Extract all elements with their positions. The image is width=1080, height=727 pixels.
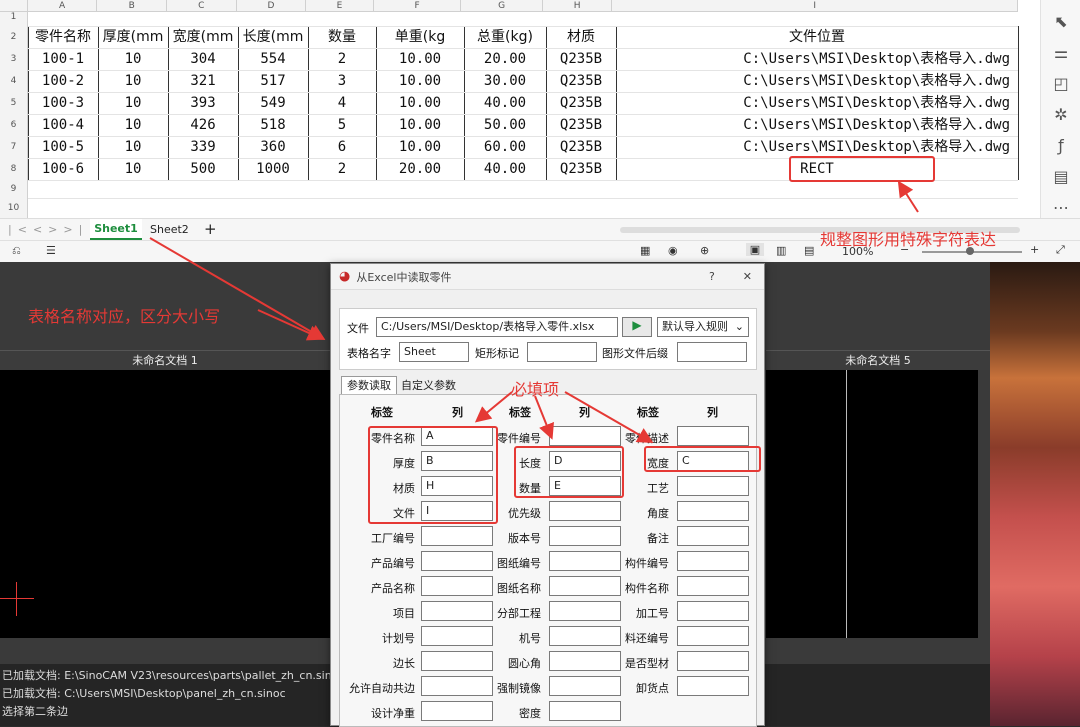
annotation-arrows	[149, 180, 919, 443]
